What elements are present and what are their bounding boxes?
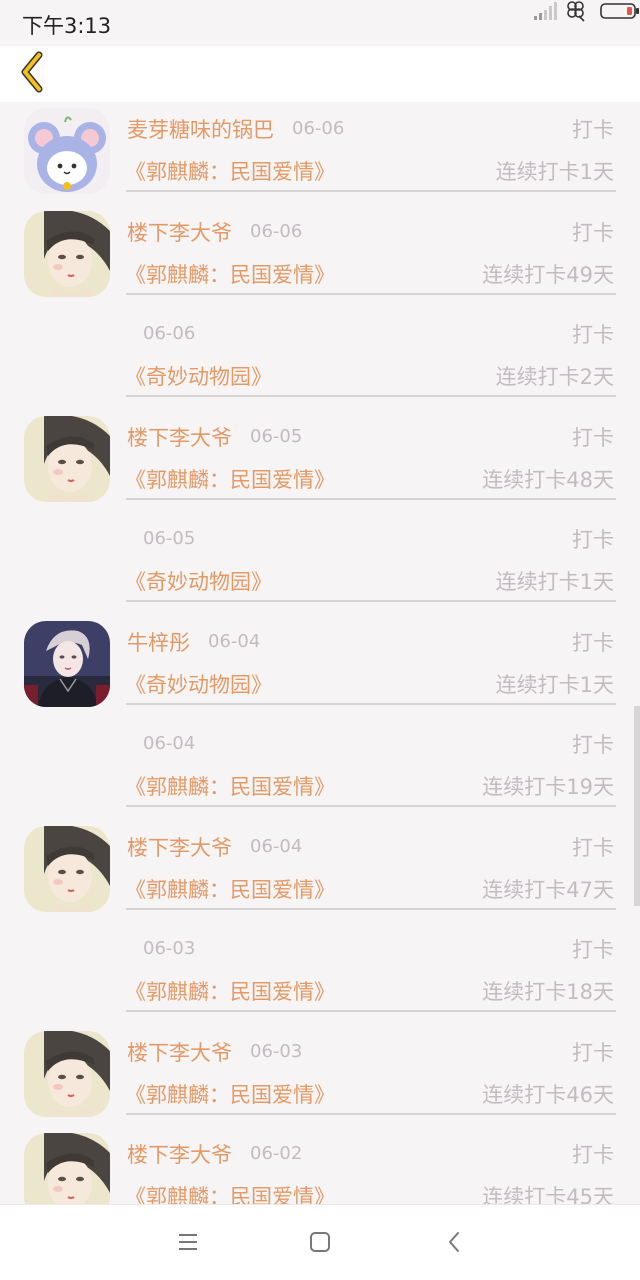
- boy-avatar[interactable]: [24, 620, 110, 707]
- checkin-date: 06-03: [250, 1040, 303, 1062]
- back-icon: [446, 1231, 462, 1257]
- row-divider: [126, 395, 616, 397]
- checkin-action-label: 打卡: [572, 323, 614, 347]
- checkin-row[interactable]: 牛梓彤 06-04 打卡《奇妙动物园》 连续打卡1天: [0, 615, 640, 718]
- checkin-action-label: 打卡: [572, 1040, 614, 1065]
- row-divider: [126, 1010, 616, 1012]
- book-title-link[interactable]: 《郭麒麟：民国爱情》: [125, 874, 335, 904]
- checkin-action-label: 打卡: [572, 528, 614, 552]
- status-bar: 下午3:13: [0, 0, 640, 46]
- menu-button[interactable]: [171, 1227, 205, 1261]
- checkin-action-label: 打卡: [572, 425, 614, 450]
- back-button[interactable]: [8, 50, 56, 98]
- book-title-link[interactable]: 《郭麒麟：民国爱情》: [125, 1181, 335, 1204]
- row-divider: [126, 805, 616, 807]
- book-title-link[interactable]: 《郭麒麟：民国爱情》: [125, 156, 335, 186]
- checkin-action-label: 打卡: [572, 118, 614, 142]
- checkin-action-label: 打卡: [572, 835, 614, 860]
- mouse-avatar[interactable]: [24, 108, 110, 194]
- row-divider: [126, 600, 616, 602]
- menu-icon: [177, 1233, 199, 1255]
- checkin-date: 06-06: [143, 323, 196, 344]
- checkin-action-label: 打卡: [572, 1143, 614, 1167]
- user-name[interactable]: 麦芽糖味的锅巴: [127, 114, 274, 144]
- checkin-list[interactable]: 麦芽糖味的锅巴 06-06 打卡 《郭麒麟：民国爱情》 连续打卡1天 楼下李大爷 06-0…: [0, 102, 640, 1204]
- checkin-row[interactable]: 楼下李大爷 06-03 打卡《郭麒麟：民国爱情》 连续打卡46天: [0, 1025, 640, 1128]
- checkin-row[interactable]: 06-03 打卡《郭麒麟：民国爱情》 连续打卡18天: [0, 922, 640, 1025]
- girl-avatar[interactable]: [24, 210, 110, 297]
- row-divider: [126, 497, 616, 500]
- streak-count: 连续打卡45天: [482, 1185, 614, 1204]
- streak-count: 连续打卡1天: [495, 672, 614, 697]
- system-nav-bar: [0, 1204, 640, 1280]
- streak-count: 连续打卡48天: [482, 467, 614, 492]
- book-title-link[interactable]: 《奇妙动物园》: [125, 669, 272, 699]
- checkin-action-label: 打卡: [572, 220, 614, 245]
- checkin-action-label: 打卡: [572, 938, 614, 962]
- row-divider: [126, 907, 616, 910]
- checkin-date: 06-04: [143, 733, 196, 754]
- home-button[interactable]: [303, 1227, 337, 1261]
- girl-avatar[interactable]: [24, 1030, 110, 1117]
- book-title-link[interactable]: 《奇妙动物园》: [125, 361, 272, 391]
- checkin-date: 06-04: [250, 835, 303, 857]
- nav-bar: [0, 46, 640, 102]
- streak-count: 连续打卡49天: [482, 262, 614, 287]
- book-title-link[interactable]: 《郭麒麟：民国爱情》: [125, 1079, 335, 1109]
- checkin-row[interactable]: 楼下李大爷 06-02 打卡《郭麒麟：民国爱情》 连续打卡45天: [0, 1127, 640, 1204]
- row-divider: [126, 292, 616, 295]
- system-back-button[interactable]: [437, 1227, 471, 1261]
- row-divider: [126, 190, 616, 192]
- checkin-date: 06-04: [208, 630, 261, 652]
- signal-icon: [534, 2, 558, 20]
- checkin-row[interactable]: 楼下李大爷 06-06 打卡《郭麒麟：民国爱情》 连续打卡49天: [0, 205, 640, 308]
- checkin-row[interactable]: 06-06 打卡《奇妙动物园》 连续打卡2天: [0, 307, 640, 410]
- checkin-row[interactable]: 06-04 打卡《郭麒麟：民国爱情》 连续打卡19天: [0, 717, 640, 820]
- streak-count: 连续打卡19天: [482, 775, 614, 799]
- user-name[interactable]: 牛梓彤: [127, 627, 190, 657]
- checkin-row[interactable]: 06-05 打卡《奇妙动物园》 连续打卡1天: [0, 512, 640, 615]
- clover-icon: [564, 0, 588, 22]
- checkin-action-label: 打卡: [572, 733, 614, 757]
- book-title-link[interactable]: 《奇妙动物园》: [125, 566, 272, 596]
- row-divider: [126, 1112, 616, 1115]
- checkin-row[interactable]: 楼下李大爷 06-05 打卡《郭麒麟：民国爱情》 连续打卡48天: [0, 410, 640, 513]
- checkin-action-label: 打卡: [572, 630, 614, 655]
- streak-count: 连续打卡1天: [495, 570, 614, 594]
- checkin-row[interactable]: 麦芽糖味的锅巴 06-06 打卡《郭麒麟：民国爱情》 连续打卡1天: [0, 102, 640, 205]
- streak-count: 连续打卡18天: [482, 980, 614, 1004]
- girl-avatar[interactable]: [24, 415, 110, 502]
- book-title-link[interactable]: 《郭麒麟：民国爱情》: [125, 976, 335, 1006]
- checkin-date: 06-05: [143, 528, 196, 549]
- checkin-date: 06-02: [250, 1143, 303, 1164]
- status-time: 下午3:13: [22, 14, 112, 38]
- girl-avatar[interactable]: [24, 1133, 110, 1204]
- streak-count: 连续打卡1天: [495, 160, 614, 184]
- book-title-link[interactable]: 《郭麒麟：民国爱情》: [125, 259, 335, 289]
- battery-icon: [600, 2, 640, 20]
- checkin-date: 06-06: [292, 118, 345, 139]
- checkin-row[interactable]: 楼下李大爷 06-04 打卡《郭麒麟：民国爱情》 连续打卡47天: [0, 820, 640, 923]
- back-chevron-icon: [17, 51, 47, 97]
- checkin-date: 06-06: [250, 220, 303, 242]
- row-divider: [126, 702, 616, 705]
- book-title-link[interactable]: 《郭麒麟：民国爱情》: [125, 771, 335, 801]
- streak-count: 连续打卡2天: [495, 365, 614, 389]
- checkin-date: 06-03: [143, 938, 196, 959]
- user-name[interactable]: 楼下李大爷: [127, 217, 232, 247]
- streak-count: 连续打卡47天: [482, 877, 614, 902]
- user-name[interactable]: 楼下李大爷: [127, 1139, 232, 1169]
- girl-avatar[interactable]: [24, 825, 110, 912]
- scrollbar[interactable]: [634, 706, 640, 906]
- book-title-link[interactable]: 《郭麒麟：民国爱情》: [125, 464, 335, 494]
- checkin-date: 06-05: [250, 425, 303, 447]
- streak-count: 连续打卡46天: [482, 1082, 614, 1107]
- home-icon: [309, 1231, 331, 1257]
- user-name[interactable]: 楼下李大爷: [127, 1037, 232, 1067]
- user-name[interactable]: 楼下李大爷: [127, 832, 232, 862]
- user-name[interactable]: 楼下李大爷: [127, 422, 232, 452]
